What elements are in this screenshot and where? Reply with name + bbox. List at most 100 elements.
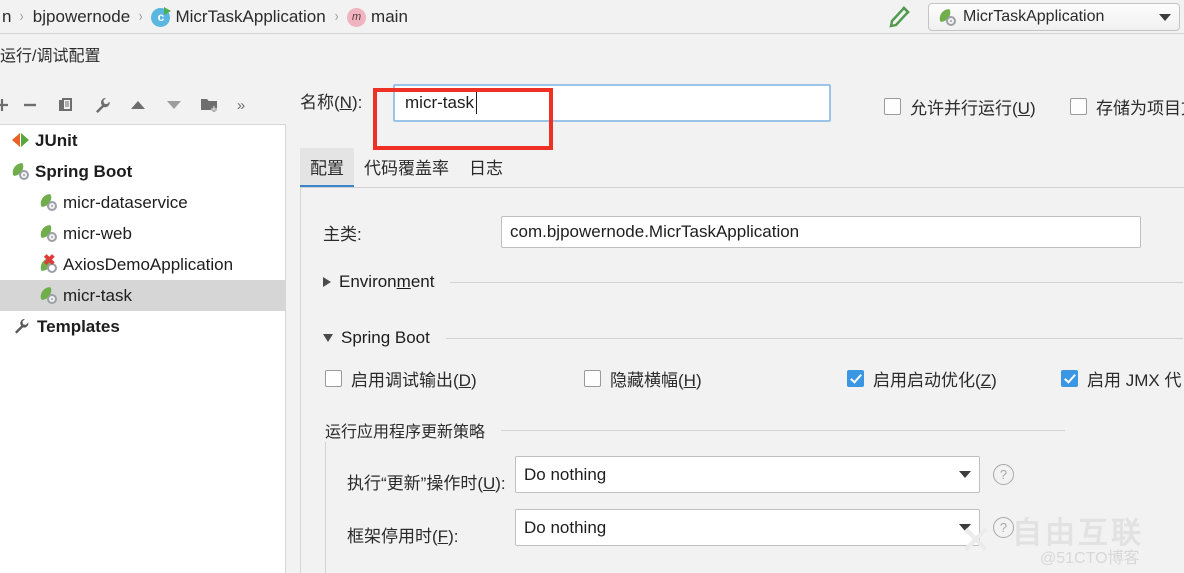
tab-configuration[interactable]: 配置 [300,148,354,188]
tree-node-spring-boot[interactable]: Spring Boot [0,156,285,187]
on-update-action-label: 执行“更新”操作时(U): [347,474,506,493]
on-frame-deactivation-label: 框架停用时(F): [347,527,459,546]
section-rule [450,281,1183,283]
hide-banner-checkbox[interactable] [584,370,601,387]
on-update-action-value: Do nothing [524,464,607,484]
chevron-down-icon [959,524,971,531]
allow-parallel-run-label: 允许并行运行(U) [910,99,1036,118]
store-as-project-file-checkbox-row[interactable]: 存储为项目文 [1070,94,1184,119]
enable-launch-optimization-label: 启用启动优化(Z) [873,371,997,390]
breadcrumb-label: main [371,7,408,26]
breadcrumb-item-3[interactable]: m main [345,7,410,27]
store-as-project-file-checkbox[interactable] [1070,98,1087,115]
name-input[interactable] [393,84,831,122]
move-down-button[interactable] [156,89,192,121]
tree-node-axiosdemoapplication[interactable]: ✖ AxiosDemoApplication [0,249,285,280]
spring-boot-error-icon: ✖ [38,253,57,273]
edit-templates-button[interactable] [84,89,120,121]
page-title: 运行/调试配置 [0,48,101,65]
name-label: 名称(N): [300,93,363,112]
more-button[interactable]: » [228,89,254,121]
on-frame-deactivation-row: Do nothing ? [515,509,1014,546]
tree-node-templates[interactable]: Templates [0,311,285,342]
spring-boot-icon [38,286,57,304]
tree-node-micr-dataservice[interactable]: micr-dataservice [0,187,285,218]
section-rule [445,337,1183,339]
spring-boot-icon [937,8,956,26]
move-up-button[interactable] [120,89,156,121]
configuration-form: 主类: Environment Spring Boot 启用调试输出(D) [300,188,1184,573]
on-update-action-row: Do nothing ? [515,456,1014,493]
breadcrumb-item-2[interactable]: c MicrTaskApplication [149,6,327,27]
update-policy-title: 运行应用程序更新策略 [325,418,494,442]
breadcrumb-label: n [2,7,12,26]
junit-icon [12,133,29,148]
on-frame-deactivation-label-row: 框架停用时(F): [347,522,458,547]
spring-boot-icon [38,224,57,242]
copy-configuration-button[interactable] [48,89,84,121]
environment-section-label: Environment [339,272,435,291]
spring-boot-section-label: Spring Boot [341,328,430,347]
enable-launch-optimization-row[interactable]: 启用启动优化(Z) [847,366,997,391]
spring-boot-icon [38,193,57,211]
enable-jmx-agent-row[interactable]: 启用 JMX 代 [1061,366,1181,391]
editor-tabs: 配置 代码覆盖率 日志 [300,148,513,188]
tab-logs[interactable]: 日志 [459,148,513,188]
section-rule [501,429,1065,431]
spring-boot-section-header[interactable]: Spring Boot [323,328,1183,348]
breadcrumb-item-1[interactable]: bjpowernode [31,7,132,27]
configurations-toolbar: » [0,86,286,124]
text-caret [476,92,477,114]
enable-debug-output-row[interactable]: 启用调试输出(D) [325,366,477,391]
enable-debug-output-label: 启用调试输出(D) [351,371,477,390]
tab-code-coverage[interactable]: 代码覆盖率 [354,148,459,188]
tree-node-label: micr-dataservice [63,192,188,212]
update-policy-group [325,428,1065,573]
update-policy-title-row: 运行应用程序更新策略 [325,418,1065,442]
on-frame-deactivation-select[interactable]: Do nothing [515,509,980,546]
breadcrumb-label: MicrTaskApplication [175,7,326,26]
add-configuration-button[interactable] [0,89,12,121]
main-class-input[interactable] [501,216,1141,248]
name-field-row: 名称(N): [300,88,362,113]
allow-parallel-run-checkbox-row[interactable]: 允许并行运行(U) [884,94,1036,119]
store-as-project-file-label: 存储为项目文 [1096,99,1184,118]
tree-node-label: JUnit [35,130,78,150]
chevron-down-icon [323,334,333,342]
enable-launch-optimization-checkbox[interactable] [847,370,864,387]
hammer-icon[interactable] [884,4,912,30]
help-icon[interactable]: ? [993,517,1014,538]
enable-debug-output-checkbox[interactable] [325,370,342,387]
wrench-icon [15,318,29,334]
breadcrumb-item-0[interactable]: n [0,7,13,27]
new-folder-button[interactable] [192,89,228,121]
environment-section-header[interactable]: Environment [323,272,1183,292]
run-configuration-selector[interactable]: MicrTaskApplication [928,3,1180,31]
configurations-tree: JUnit Spring Boot micr-dataservice micr-… [0,124,286,573]
help-icon[interactable]: ? [993,464,1014,485]
main-class-row: 主类: [323,220,362,245]
tree-node-label: AxiosDemoApplication [63,254,234,274]
on-update-action-select[interactable]: Do nothing [515,456,980,493]
chevron-down-icon [1159,13,1171,21]
breadcrumb-separator: › [334,8,339,25]
tree-node-label: Spring Boot [35,161,133,181]
tree-node-micr-web[interactable]: micr-web [0,218,285,249]
breadcrumb-separator: › [138,8,143,25]
breadcrumb-divider [0,33,1184,34]
tree-node-micr-task[interactable]: micr-task [0,280,285,311]
tree-node-label: micr-task [63,285,132,305]
method-icon: m [347,7,367,27]
run-configuration-label: MicrTaskApplication [963,8,1105,25]
tree-node-label: micr-web [63,223,132,243]
tree-node-junit[interactable]: JUnit [0,125,285,156]
remove-configuration-button[interactable] [12,89,48,121]
hide-banner-row[interactable]: 隐藏横幅(H) [584,366,702,391]
allow-parallel-run-checkbox[interactable] [884,98,901,115]
enable-jmx-agent-label: 启用 JMX 代 [1087,371,1182,390]
hide-banner-label: 隐藏横幅(H) [610,371,702,390]
class-icon: c [151,6,172,27]
spring-boot-icon [10,162,29,180]
tree-node-label: Templates [37,316,120,336]
enable-jmx-agent-checkbox[interactable] [1061,370,1078,387]
